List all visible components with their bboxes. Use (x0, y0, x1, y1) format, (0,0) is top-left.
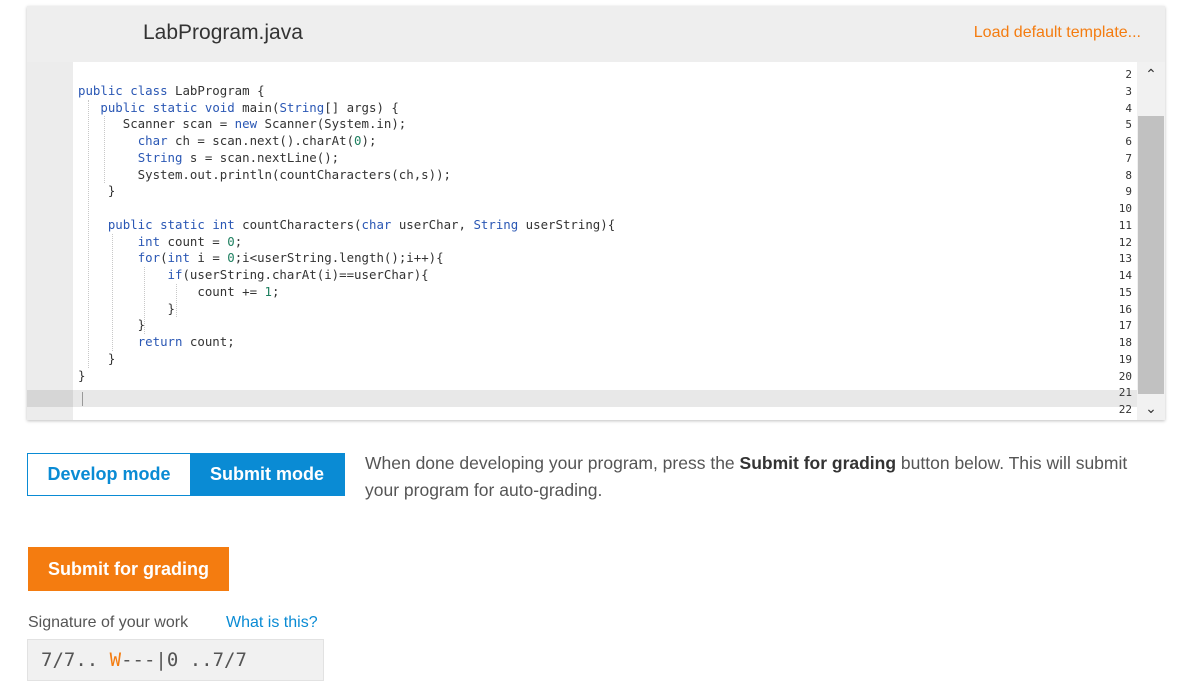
mode-toggle: Develop mode Submit mode (27, 453, 345, 496)
instructions-text-bold: Submit for grading (739, 453, 897, 473)
instructions-text-before: When done developing your program, press… (365, 453, 740, 473)
line-number: 3 (1125, 84, 1132, 98)
load-default-template-link[interactable]: Load default template... (974, 24, 1141, 42)
line-number: 18 (1118, 336, 1132, 349)
line-number-gutter (27, 62, 73, 420)
line-number: 6 (1125, 135, 1132, 148)
line-number: 12 (1118, 235, 1132, 249)
code-line: public static void main(String[] args) { (100, 99, 399, 115)
line-number: 20 (1118, 369, 1132, 383)
code-line: } (78, 183, 116, 199)
code-line: public class LabProgram { (78, 82, 265, 98)
line-number: 19 (1118, 352, 1132, 366)
line-number: 9 (1125, 185, 1132, 199)
code-line: } (78, 300, 175, 316)
editor-header: LabProgram.java Load default template... (27, 6, 1165, 62)
signature-value-end: ---|0 ..7/7 (121, 649, 247, 671)
code-line: for(int i = 0;i<userString.length();i++)… (137, 250, 444, 266)
submit-for-grading-button[interactable]: Submit for grading (28, 547, 229, 591)
file-name: LabProgram.java (143, 21, 303, 44)
line-number: 11 (1118, 218, 1132, 232)
code-line: System.out.println(countCharacters(ch,s)… (78, 166, 451, 182)
line-number: 16 (1118, 302, 1132, 316)
signature-value-start: 7/7.. (41, 649, 110, 671)
line-number: 8 (1125, 168, 1132, 182)
line-number: 21 (1118, 386, 1132, 400)
code-line: public static int countCharacters(char u… (107, 216, 616, 232)
develop-mode-button[interactable]: Develop mode (28, 454, 190, 495)
chevron-up-icon[interactable]: ⌃ (1137, 66, 1165, 82)
code-line: int count = 0; (137, 233, 243, 249)
line-number: 17 (1118, 319, 1132, 333)
text-cursor (82, 392, 83, 406)
signature-label: Signature of your work (28, 614, 189, 631)
editor-scrollbar[interactable]: ⌃ ⌄ (1137, 62, 1165, 420)
signature-box: 7/7.. W ---|0 ..7/7 (27, 639, 324, 681)
code-line: count += 1; (78, 283, 280, 299)
signature-value-w: W (109, 649, 122, 671)
scroll-thumb[interactable] (1138, 116, 1164, 394)
active-line-highlight (73, 390, 1137, 407)
line-number: 10 (1118, 202, 1132, 215)
code-line: } (78, 317, 146, 333)
signature-help-link[interactable]: What is this? (226, 614, 318, 632)
line-number: 2 (1125, 68, 1132, 81)
code-area[interactable]: 2 3 public class LabProgram { 4 public stat… (27, 62, 1137, 420)
line-number: 7 (1125, 151, 1132, 165)
line-number: 13 (1118, 252, 1132, 266)
line-number: 4 (1125, 101, 1132, 115)
code-line: if(userString.charAt(i)==userChar){ (167, 267, 429, 282)
code-line: Scanner scan = new Scanner(System.in); (78, 116, 407, 132)
code-line: return count; (137, 334, 235, 349)
line-number: 5 (1125, 118, 1132, 132)
line-number: 15 (1118, 285, 1132, 299)
submit-mode-button[interactable]: Submit mode (190, 454, 344, 495)
submit-instructions: When done developing your program, press… (365, 450, 1145, 504)
line-number: 22 (1118, 403, 1132, 416)
active-line-gutter (27, 390, 73, 407)
code-line: char ch = scan.next().charAt(0); (137, 133, 377, 148)
code-line: } (78, 350, 116, 366)
code-editor-panel: LabProgram.java Load default template...… (27, 6, 1165, 420)
chevron-down-icon[interactable]: ⌄ (1137, 400, 1165, 416)
line-number: 14 (1118, 269, 1132, 282)
code-line: String s = scan.nextLine(); (137, 149, 340, 165)
code-line: } (78, 367, 86, 383)
